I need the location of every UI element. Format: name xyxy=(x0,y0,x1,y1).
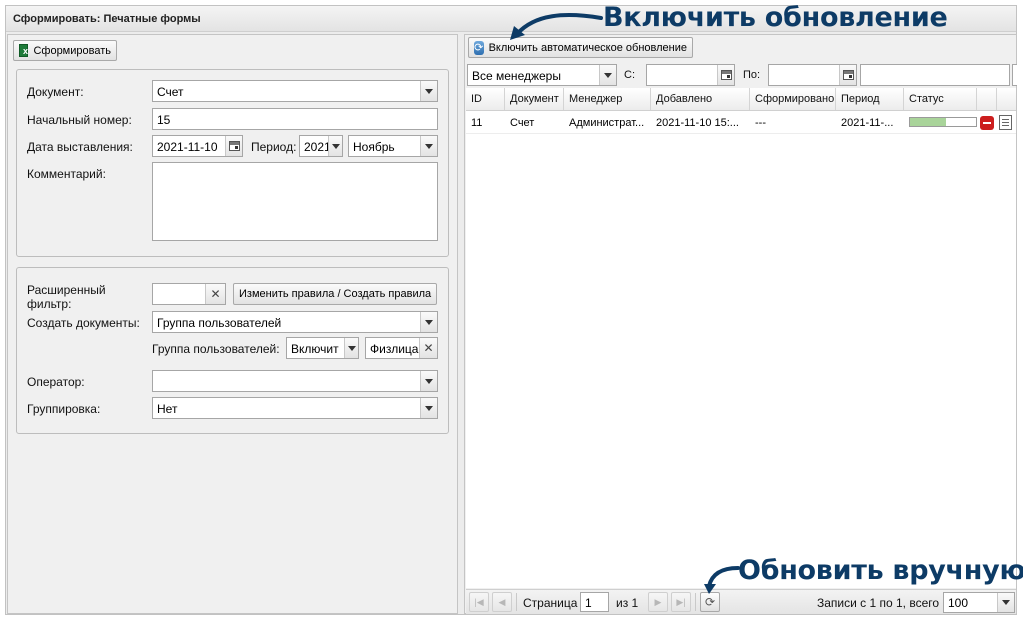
period-month-value: Ноябрь xyxy=(353,140,395,154)
page-size-value: 100 xyxy=(948,596,969,610)
chevron-down-icon[interactable] xyxy=(420,371,437,391)
create-docs-select[interactable]: Группа пользователей xyxy=(152,311,438,333)
create-docs-value: Группа пользователей xyxy=(157,316,282,330)
document-select[interactable]: Счет xyxy=(152,80,438,102)
calendar-icon[interactable] xyxy=(839,65,856,85)
page-size-select[interactable]: 100 xyxy=(943,592,1015,613)
manual-refresh-arrow xyxy=(704,566,740,594)
status-progress-fill xyxy=(910,118,947,126)
rules-button[interactable]: Изменить правила / Создать правила xyxy=(233,283,437,305)
grid-header: ID Документ Менеджер Добавлено Сформиров… xyxy=(466,88,1016,111)
page-count-label: из 1 xyxy=(616,596,639,610)
rules-button-label: Изменить правила / Создать правила xyxy=(239,288,432,300)
auto-refresh-label: Включить автоматическое обновление xyxy=(488,41,687,54)
start-number-label: Начальный номер: xyxy=(27,113,132,127)
chevron-down-icon[interactable] xyxy=(420,312,437,332)
page-label: Страница xyxy=(523,596,578,610)
chevron-down-icon[interactable] xyxy=(420,136,437,156)
user-group-label: Группа пользователей: xyxy=(152,342,280,356)
start-number-input[interactable]: 15 xyxy=(152,108,438,130)
records-info: Записи с 1 по 1, всего 1 xyxy=(817,596,950,610)
cell-id: 11 xyxy=(471,117,483,129)
ext-filter-label: Расширенный фильтр: xyxy=(27,283,106,311)
user-group-value: Физлица xyxy=(370,342,419,356)
cell-document: Счет xyxy=(510,117,535,129)
create-docs-label: Создать документы: xyxy=(27,316,140,330)
calendar-icon[interactable] xyxy=(717,65,734,85)
grouping-label: Группировка: xyxy=(27,402,101,416)
column-header-formed[interactable]: Сформировано xyxy=(750,88,836,110)
cell-formed: --- xyxy=(755,117,766,129)
cell-added: 2021-11-10 15:... xyxy=(656,117,739,129)
first-page-button[interactable]: |◀ xyxy=(469,592,489,612)
operator-label: Оператор: xyxy=(27,375,85,389)
include-value: Включит xyxy=(291,342,339,356)
period-year-value: 2021 xyxy=(304,140,331,154)
column-header-manager[interactable]: Менеджер xyxy=(564,88,651,110)
column-header-extra xyxy=(997,88,1016,110)
cell-manager: Администрат... xyxy=(569,117,645,129)
issue-date-input[interactable]: 2021-11-10 xyxy=(152,135,243,157)
close-icon[interactable]: ✕ xyxy=(419,338,437,358)
enable-refresh-callout: Включить обновление xyxy=(603,2,948,33)
period-month-select[interactable]: Ноябрь xyxy=(348,135,438,157)
chevron-down-icon[interactable] xyxy=(599,65,616,85)
user-group-input[interactable]: Физлица ✕ xyxy=(365,337,438,359)
status-progress-bar xyxy=(909,117,977,127)
chevron-down-icon[interactable] xyxy=(420,81,437,101)
grouping-value: Нет xyxy=(157,402,178,416)
enable-refresh-arrow xyxy=(510,13,603,40)
grid-body xyxy=(466,88,1016,588)
last-page-button[interactable]: ▶| xyxy=(671,592,691,612)
manual-refresh-callout: Обновить вручную xyxy=(738,555,1023,586)
document-label: Документ: xyxy=(27,85,84,99)
form-button-label: Сформировать xyxy=(33,44,111,57)
period-year-select[interactable]: 2021 xyxy=(299,135,343,157)
issue-date-label: Дата выставления: xyxy=(27,140,133,154)
column-header-period[interactable]: Период xyxy=(836,88,904,110)
ext-filter-input[interactable]: ✕ xyxy=(152,283,226,305)
chevron-down-icon[interactable] xyxy=(344,338,358,358)
from-label: С: xyxy=(624,69,635,81)
next-page-button[interactable]: ▶ xyxy=(648,592,668,612)
comment-label: Комментарий: xyxy=(27,167,106,181)
document-select-value: Счет xyxy=(157,85,184,99)
column-header-added[interactable]: Добавлено xyxy=(651,88,750,110)
include-select[interactable]: Включит xyxy=(286,337,359,359)
filter-toggle[interactable] xyxy=(1012,64,1017,86)
chevron-down-icon[interactable] xyxy=(328,136,342,156)
managers-select[interactable]: Все менеджеры xyxy=(467,64,617,86)
operator-select[interactable] xyxy=(152,370,438,392)
excel-icon: x xyxy=(19,44,29,57)
to-label: По: xyxy=(743,69,761,81)
page-input[interactable]: 1 xyxy=(580,592,609,612)
comment-textarea[interactable] xyxy=(152,162,438,241)
refresh-icon: ⟳ xyxy=(474,40,484,55)
column-header-status[interactable]: Статус xyxy=(904,88,977,110)
grouping-select[interactable]: Нет xyxy=(152,397,438,419)
close-icon[interactable]: ✕ xyxy=(205,284,225,304)
period-label: Период: xyxy=(251,140,297,154)
table-row[interactable]: 11 Счет Администрат... 2021-11-10 15:...… xyxy=(466,112,1016,134)
cell-period: 2021-11-... xyxy=(841,117,894,129)
chevron-down-icon[interactable] xyxy=(997,593,1014,612)
form-button[interactable]: x Сформировать xyxy=(13,40,117,61)
prev-page-button[interactable]: ◀ xyxy=(492,592,512,612)
column-header-actions xyxy=(977,88,997,110)
calendar-icon[interactable] xyxy=(225,136,242,156)
start-number-value: 15 xyxy=(157,113,171,127)
search-input[interactable] xyxy=(860,64,1010,86)
managers-value: Все менеджеры xyxy=(472,69,561,83)
delete-icon[interactable] xyxy=(980,116,994,130)
issue-date-value: 2021-11-10 xyxy=(157,140,218,154)
from-date-input[interactable] xyxy=(646,64,735,86)
column-header-id[interactable]: ID xyxy=(466,88,505,110)
document-details-icon[interactable] xyxy=(999,115,1012,130)
chevron-down-icon[interactable] xyxy=(420,398,437,418)
pager-separator xyxy=(695,593,696,611)
to-date-input[interactable] xyxy=(768,64,857,86)
column-header-document[interactable]: Документ xyxy=(505,88,564,110)
pager-separator xyxy=(516,593,517,611)
page-input-value: 1 xyxy=(585,596,592,610)
